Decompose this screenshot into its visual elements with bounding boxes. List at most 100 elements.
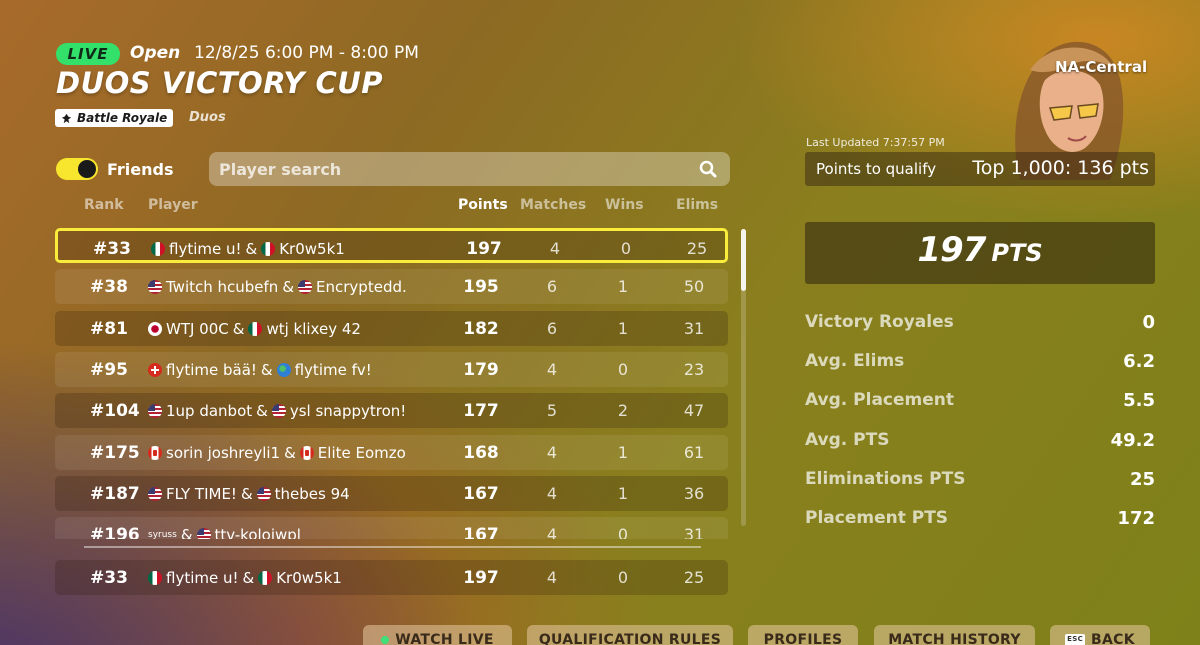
column-header-player: Player (148, 197, 198, 213)
team-players: WTJ 00C & wtj klixey 42 (148, 320, 361, 338)
match-history-label: MATCH HISTORY (888, 632, 1021, 645)
mode-tag-label: Battle Royale (77, 111, 168, 125)
leaderboard-row[interactable]: #38 Twitch hcubefn & Encryptedd. 195 6 1… (55, 269, 728, 305)
leaderboard-row[interactable]: #81 WTJ 00C & wtj klixey 42 182 6 1 31 (55, 310, 728, 346)
wins: 0 (620, 239, 632, 258)
total-points-unit: PTS (991, 239, 1043, 267)
profiles-label: PROFILES (763, 632, 843, 645)
leaderboard-row[interactable]: #33 flytime u! & Kr0w5k1 197 4 0 25 (55, 228, 728, 263)
live-dot-icon (381, 636, 390, 644)
separator: & (242, 569, 255, 587)
player-one-name: sorin joshreyli1 (166, 443, 281, 462)
leaderboard-row[interactable]: #175 sorin joshreyli1 & Elite Eomzo 168 … (55, 434, 728, 470)
back-button[interactable]: ESC BACK (1050, 625, 1150, 645)
wins: 1 (617, 318, 629, 338)
us-flag-icon (256, 486, 271, 501)
matches: 6 (546, 277, 558, 297)
us-flag-icon (148, 404, 162, 419)
column-header-elims[interactable]: Elims (676, 197, 718, 213)
us-flag-icon (148, 280, 162, 295)
column-header-points[interactable]: Points (458, 197, 508, 213)
points: 179 (463, 359, 499, 380)
scrollbar-thumb[interactable] (741, 229, 746, 291)
points: 197 (466, 239, 502, 259)
player-two-name: wtj klixey 42 (266, 319, 361, 338)
points: 167 (463, 525, 499, 539)
leaderboard-row[interactable]: #196 syruss & ttv-kolojwpl 167 4 0 31 (55, 517, 728, 539)
total-points-box: 197 PTS (805, 222, 1155, 284)
mx-flag-icon (151, 242, 165, 256)
leaderboard-row[interactable]: #187 FLY TIME! & thebes 94 167 4 1 36 (55, 475, 728, 511)
search-box (209, 152, 730, 186)
leaderboard-row[interactable]: #104 1up danbot & ysl snappytron! 177 5 … (55, 393, 728, 429)
separator: & (282, 278, 295, 297)
stat-value: 172 (1117, 508, 1155, 529)
stat-value: 5.5 (1123, 390, 1155, 411)
rank: #196 (90, 525, 140, 539)
separator: & (256, 402, 268, 421)
team-players: sorin joshreyli1 & Elite Eomzo (148, 444, 406, 462)
battle-royale-icon (61, 113, 72, 123)
separator: & (180, 526, 193, 539)
leaderboard-row[interactable]: #95 flytime bää! & flytime fv! 179 4 0 2… (55, 351, 728, 387)
search-icon[interactable] (699, 160, 717, 178)
team-players: FLY TIME! & thebes 94 (148, 485, 350, 503)
toggle-knob (78, 160, 96, 178)
separator: & (240, 484, 253, 503)
player-one-name: Twitch hcubefn (166, 278, 279, 297)
player-one-name: FLY TIME! (166, 484, 237, 503)
team-players: flytime bää! & flytime fv! (148, 361, 372, 379)
elims: 61 (683, 442, 705, 462)
player-two-name: ysl snappytron! (289, 402, 407, 421)
separator: & (284, 443, 296, 462)
team-players: syruss & ttv-kolojwpl (148, 526, 301, 539)
us-flag-icon (148, 486, 162, 501)
friends-toggle[interactable] (56, 158, 98, 180)
wins: 1 (617, 277, 629, 297)
ch-flag-icon (148, 362, 162, 377)
rank: #33 (90, 568, 128, 588)
player-one-name: WTJ 00C (166, 319, 229, 338)
points: 182 (463, 318, 499, 339)
watch-live-button[interactable]: WATCH LIVE (363, 625, 512, 645)
tournament-status: Open (130, 43, 181, 63)
ca-flag-icon (299, 445, 314, 460)
qualification-rules-label: QUALIFICATION RULES (538, 632, 722, 645)
player-one-name: 1up danbot (166, 402, 253, 421)
matches: 6 (546, 318, 558, 338)
matches: 4 (546, 483, 558, 503)
divider (84, 546, 701, 548)
player-one-name: syruss (148, 530, 177, 539)
mx-flag-icon (248, 321, 263, 336)
rank: #81 (90, 318, 128, 339)
points: 177 (463, 401, 499, 422)
player-search-input[interactable] (219, 152, 689, 186)
player-one-name: flytime bää! (166, 360, 257, 379)
player-two-name: thebes 94 (274, 484, 350, 503)
wins: 1 (617, 442, 629, 462)
rank: #187 (90, 483, 140, 504)
rank: #33 (93, 239, 131, 259)
us-flag-icon (196, 528, 211, 539)
player-two-name: Kr0w5k1 (279, 240, 345, 258)
stat-label: Placement PTS (805, 508, 949, 528)
profiles-button[interactable]: PROFILES (748, 625, 858, 645)
stat-value: 6.2 (1123, 351, 1155, 372)
column-header-matches[interactable]: Matches (520, 197, 586, 213)
matches: 4 (546, 359, 558, 379)
separator: & (232, 319, 245, 338)
points: 195 (463, 277, 499, 298)
match-history-button[interactable]: MATCH HISTORY (874, 625, 1035, 645)
last-updated: Last Updated 7:37:57 PM (806, 136, 945, 149)
player-two-name: ttv-kolojwpl (214, 526, 301, 539)
column-header-wins[interactable]: Wins (605, 197, 644, 213)
my-team-row[interactable]: #33 flytime u! & Kr0w5k1 197 4 0 25 (55, 560, 728, 595)
elims: 50 (683, 277, 705, 297)
ca-flag-icon (148, 445, 162, 460)
wins: 1 (617, 483, 629, 503)
us-flag-icon (271, 404, 286, 419)
team-players: Twitch hcubefn & Encryptedd. (148, 278, 407, 296)
watch-live-label: WATCH LIVE (395, 632, 494, 645)
stat-label: Victory Royales (805, 312, 954, 332)
qualification-rules-button[interactable]: QUALIFICATION RULES (527, 625, 733, 645)
